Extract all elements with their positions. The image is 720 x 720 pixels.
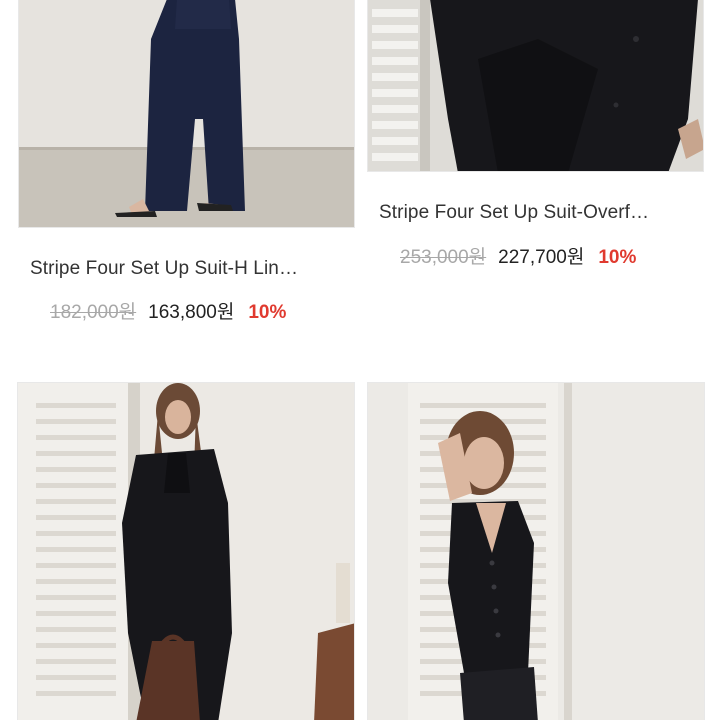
discount-badge-1: 10% bbox=[248, 302, 287, 323]
product-image-3[interactable] bbox=[17, 382, 355, 720]
product-title-2[interactable]: Stripe Four Set Up Suit-Overf… bbox=[379, 202, 709, 224]
price-row-1: 182,000원 163,800원 10% bbox=[50, 297, 286, 324]
original-price-1: 182,000원 bbox=[50, 302, 137, 323]
product-card-1[interactable]: Stripe Four Set Up Suit-H Lin… 182,000원 … bbox=[0, 0, 360, 340]
product-card-4[interactable] bbox=[360, 382, 720, 720]
product-image-4[interactable] bbox=[367, 382, 705, 720]
product-card-2[interactable]: Stripe Four Set Up Suit-Overf… 253,000원 … bbox=[360, 0, 720, 300]
product-card-3[interactable] bbox=[0, 382, 360, 720]
product-grid-page: Stripe Four Set Up Suit-H Lin… 182,000원 … bbox=[0, 0, 720, 720]
product-title-1[interactable]: Stripe Four Set Up Suit-H Lin… bbox=[30, 258, 350, 280]
sale-price-2: 227,700원 bbox=[498, 247, 585, 268]
price-row-2: 253,000원 227,700원 10% bbox=[400, 242, 636, 269]
discount-badge-2: 10% bbox=[598, 247, 637, 268]
product-image-2[interactable] bbox=[367, 0, 704, 172]
product-image-1[interactable] bbox=[18, 0, 355, 228]
original-price-2: 253,000원 bbox=[400, 247, 487, 268]
sale-price-1: 163,800원 bbox=[148, 302, 235, 323]
